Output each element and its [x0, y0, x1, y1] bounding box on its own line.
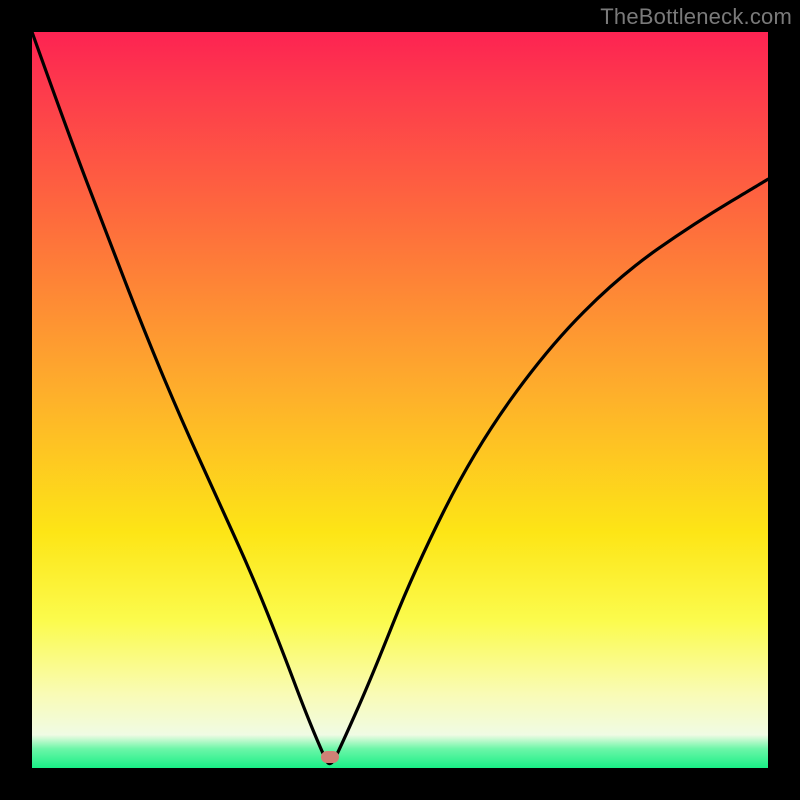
curve-path	[32, 32, 768, 764]
bottleneck-curve	[32, 32, 768, 768]
plot-area	[32, 32, 768, 768]
chart-frame: TheBottleneck.com	[0, 0, 800, 800]
watermark-text: TheBottleneck.com	[600, 4, 792, 30]
minimum-marker	[321, 751, 339, 763]
